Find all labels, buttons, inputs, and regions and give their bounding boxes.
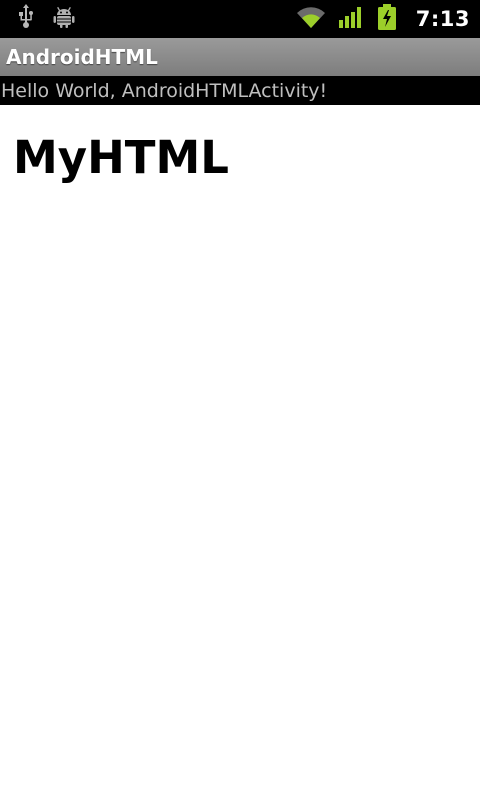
webview[interactable]: MyHTML	[0, 105, 480, 800]
status-clock: 7:13	[415, 7, 470, 31]
status-bar: 7:13	[0, 0, 480, 38]
hello-textview: Hello World, AndroidHTMLActivity!	[0, 76, 480, 105]
notification-icons	[16, 4, 76, 34]
signal-icon	[338, 5, 364, 33]
app-title-bar: AndroidHTML	[0, 38, 480, 76]
debug-android-icon	[52, 5, 76, 33]
battery-charging-icon	[376, 3, 398, 35]
system-icons: 7:13	[296, 0, 470, 38]
wifi-icon	[296, 5, 326, 33]
hello-text: Hello World, AndroidHTMLActivity!	[1, 79, 328, 102]
usb-icon	[16, 4, 36, 34]
page-heading: MyHTML	[13, 131, 229, 184]
device-screen: 7:13 AndroidHTML Hello World, AndroidHTM…	[0, 0, 480, 800]
app-title: AndroidHTML	[6, 45, 158, 69]
